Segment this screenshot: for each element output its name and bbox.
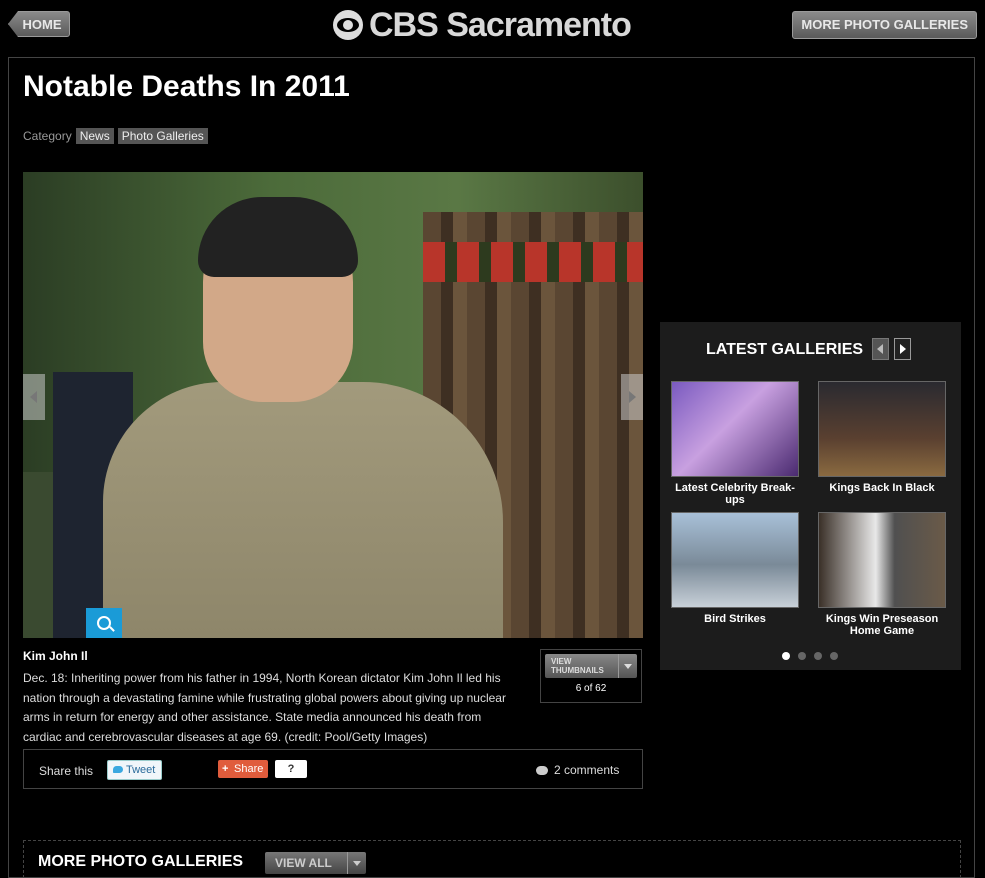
- site-logo[interactable]: CBS Sacramento: [333, 5, 632, 44]
- photo-counter: 6 of 62: [575, 683, 607, 694]
- comments-count: 2 comments: [554, 763, 620, 777]
- share-bar: Share this Tweet Share ? 2 comments: [23, 749, 643, 789]
- comment-bubble-icon: [536, 765, 548, 775]
- more-galleries-title: MORE PHOTO GALLERIES: [38, 853, 244, 870]
- carousel-dots: [782, 652, 838, 660]
- page-title: Notable Deaths In 2011: [23, 70, 350, 103]
- gallery-card-kings-win-preseason[interactable]: Kings Win Preseason Home Game: [818, 512, 946, 637]
- chevron-right-icon: [629, 391, 636, 403]
- view-thumbnails-label: VIEW THUMBNAILS: [551, 657, 604, 675]
- chevron-left-icon: [30, 391, 37, 403]
- view-all-button[interactable]: VIEW ALL: [265, 852, 366, 874]
- latest-next-button[interactable]: [894, 338, 911, 360]
- arrow-left-icon: [877, 344, 883, 354]
- top-bar: HOME CBS Sacramento MORE PHOTO GALLERIES: [0, 0, 985, 50]
- category-row: Category News Photo Galleries: [23, 128, 208, 144]
- share-count: ?: [275, 760, 307, 778]
- photo-caption-title: Kim John Il: [23, 649, 88, 663]
- more-photo-galleries-section: MORE PHOTO GALLERIES VIEW ALL: [23, 840, 961, 878]
- carousel-dot[interactable]: [814, 652, 822, 660]
- photo-caption-text: Dec. 18: Inheriting power from his fathe…: [23, 671, 506, 744]
- tweet-button[interactable]: Tweet: [107, 760, 163, 780]
- carousel-dot[interactable]: [830, 652, 838, 660]
- gallery-caption: Bird Strikes: [704, 613, 766, 625]
- magnifier-icon: [97, 616, 111, 630]
- more-photo-galleries-button[interactable]: MORE PHOTO GALLERIES: [792, 11, 977, 39]
- gallery-caption: Kings Win Preseason Home Game: [825, 613, 939, 637]
- share-this-label: Share this: [39, 764, 94, 778]
- gallery-caption: Latest Celebrity Break-ups: [675, 482, 795, 506]
- carousel-dot[interactable]: [782, 652, 790, 660]
- gallery-thumbnail: [818, 512, 946, 608]
- gallery-card-kings-back-in-black[interactable]: Kings Back In Black: [818, 381, 946, 494]
- share-button[interactable]: Share: [218, 760, 269, 778]
- logo-text: CBS Sacramento: [369, 5, 632, 44]
- category-label: Category: [23, 129, 72, 143]
- gallery-caption: Kings Back In Black: [829, 482, 935, 494]
- thumbnails-box: VIEW THUMBNAILS 6 of 62: [540, 649, 642, 703]
- gallery-thumbnail: [671, 512, 799, 608]
- gallery-thumbnail: [671, 381, 799, 477]
- zoom-button[interactable]: [86, 608, 122, 638]
- gallery-main-photo[interactable]: [23, 172, 643, 638]
- view-all-label: VIEW ALL: [275, 856, 332, 870]
- carousel-dot[interactable]: [798, 652, 806, 660]
- home-button[interactable]: HOME: [8, 11, 70, 37]
- latest-galleries-title: LATEST GALLERIES: [706, 341, 864, 358]
- arrow-right-icon: [900, 344, 906, 354]
- gallery-card-bird-strikes[interactable]: Bird Strikes: [671, 512, 799, 625]
- category-tag-photo-galleries[interactable]: Photo Galleries: [117, 128, 208, 144]
- comments-link[interactable]: 2 comments: [536, 763, 619, 777]
- gallery-thumbnail: [818, 381, 946, 477]
- chevron-down-icon: [347, 852, 366, 874]
- view-thumbnails-button[interactable]: VIEW THUMBNAILS: [545, 654, 637, 678]
- previous-photo-button[interactable]: [23, 374, 45, 420]
- latest-prev-button[interactable]: [872, 338, 889, 360]
- latest-galleries-widget: LATEST GALLERIES Latest Celebrity Break-…: [660, 322, 961, 670]
- next-photo-button[interactable]: [621, 374, 643, 420]
- chevron-down-icon: [618, 654, 637, 678]
- category-tag-news[interactable]: News: [75, 128, 114, 144]
- gallery-card-celebrity-breakups[interactable]: Latest Celebrity Break-ups: [671, 381, 799, 506]
- cbs-eye-icon: [333, 10, 363, 40]
